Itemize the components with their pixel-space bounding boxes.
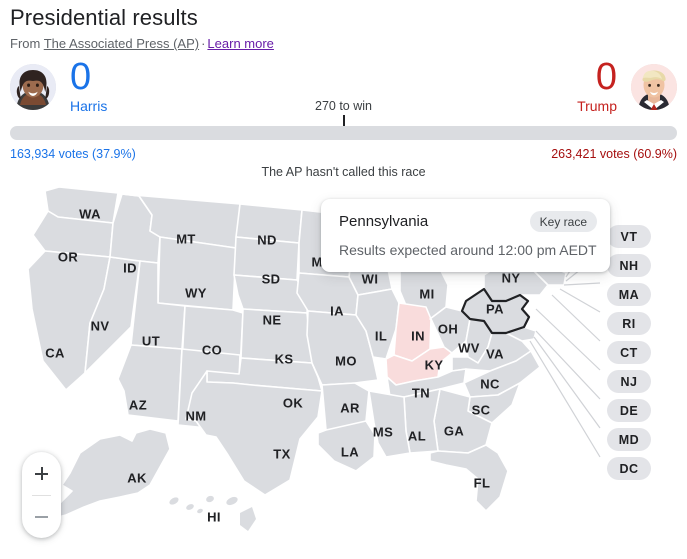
svg-text:GA: GA [444, 423, 465, 438]
svg-text:AR: AR [340, 400, 360, 415]
side-pill-nj[interactable]: NJ [607, 370, 651, 393]
svg-text:NM: NM [185, 408, 206, 423]
svg-text:KS: KS [275, 351, 294, 366]
side-pill-md[interactable]: MD [607, 428, 651, 451]
plus-icon [35, 466, 48, 480]
svg-text:UT: UT [142, 333, 160, 348]
svg-text:AL: AL [408, 428, 426, 443]
harris-vote-total: 163,934 votes (37.9%) [10, 147, 136, 161]
svg-text:ID: ID [123, 260, 137, 275]
svg-text:WA: WA [79, 206, 101, 221]
svg-text:IL: IL [375, 328, 387, 343]
svg-text:VA: VA [486, 346, 504, 361]
harris-electoral-votes: 0 [70, 56, 92, 98]
side-pill-vt[interactable]: VT [607, 225, 651, 248]
svg-text:SD: SD [262, 271, 281, 286]
svg-text:NY: NY [502, 270, 521, 285]
source-link[interactable]: The Associated Press (AP) [44, 36, 199, 51]
trump-electoral-votes: 0 [595, 56, 617, 98]
svg-text:KY: KY [425, 357, 444, 372]
svg-text:NV: NV [91, 318, 110, 333]
side-pill-ri[interactable]: RI [607, 312, 651, 335]
svg-text:LA: LA [341, 444, 359, 459]
tooltip-state-name: Pennsylvania [339, 213, 429, 230]
svg-text:AZ: AZ [129, 397, 147, 412]
svg-text:IA: IA [330, 303, 344, 318]
svg-text:CO: CO [202, 342, 222, 357]
source-prefix: From [10, 36, 41, 51]
key-race-badge: Key race [529, 211, 597, 232]
svg-text:MT: MT [176, 231, 196, 246]
side-pill-nh[interactable]: NH [607, 254, 651, 277]
svg-text:OK: OK [283, 395, 304, 410]
race-status-note: The AP hasn't called this race [261, 165, 426, 179]
page-title: Presidential results [10, 5, 198, 30]
svg-text:HI: HI [207, 509, 221, 524]
svg-text:NE: NE [263, 312, 282, 327]
source-attribution: From The Associated Press (AP) · Learn mor… [10, 35, 274, 52]
svg-text:MS: MS [373, 424, 393, 439]
side-pill-de[interactable]: DE [607, 399, 651, 422]
svg-text:OH: OH [438, 321, 458, 336]
svg-text:TX: TX [273, 446, 290, 461]
map-zoom-control[interactable] [22, 452, 61, 538]
trump-vote-total: 263,421 votes (60.9%) [551, 147, 677, 161]
side-pill-dc[interactable]: DC [607, 457, 651, 480]
zoom-out-button[interactable] [22, 496, 61, 538]
svg-text:CA: CA [45, 345, 65, 360]
svg-text:WV: WV [458, 340, 480, 355]
svg-text:AK: AK [127, 470, 147, 485]
svg-text:ND: ND [257, 232, 277, 247]
svg-text:SC: SC [472, 402, 491, 417]
state-tooltip: Pennsylvania Key race Results expected a… [321, 199, 610, 272]
svg-text:WI: WI [362, 271, 379, 286]
tooltip-detail: Results expected around 12:00 pm AEDT [339, 242, 597, 258]
minus-icon [35, 516, 48, 518]
svg-text:WY: WY [185, 285, 207, 300]
svg-text:MI: MI [419, 286, 434, 301]
svg-text:TN: TN [412, 385, 430, 400]
svg-text:FL: FL [474, 475, 491, 490]
side-pill-ct[interactable]: CT [607, 341, 651, 364]
zoom-in-button[interactable] [22, 452, 61, 494]
threshold-label: 270 to win [315, 99, 372, 113]
svg-text:NC: NC [480, 376, 500, 391]
svg-text:MO: MO [335, 353, 357, 368]
learn-more-link[interactable]: Learn more [207, 36, 273, 51]
svg-text:OR: OR [58, 249, 79, 264]
electoral-progress-bar [10, 126, 677, 140]
side-pill-ma[interactable]: MA [607, 283, 651, 306]
presidential-results-panel: Presidential results From The Associated… [0, 0, 687, 559]
svg-text:PA: PA [486, 301, 504, 316]
svg-text:IN: IN [411, 328, 425, 343]
